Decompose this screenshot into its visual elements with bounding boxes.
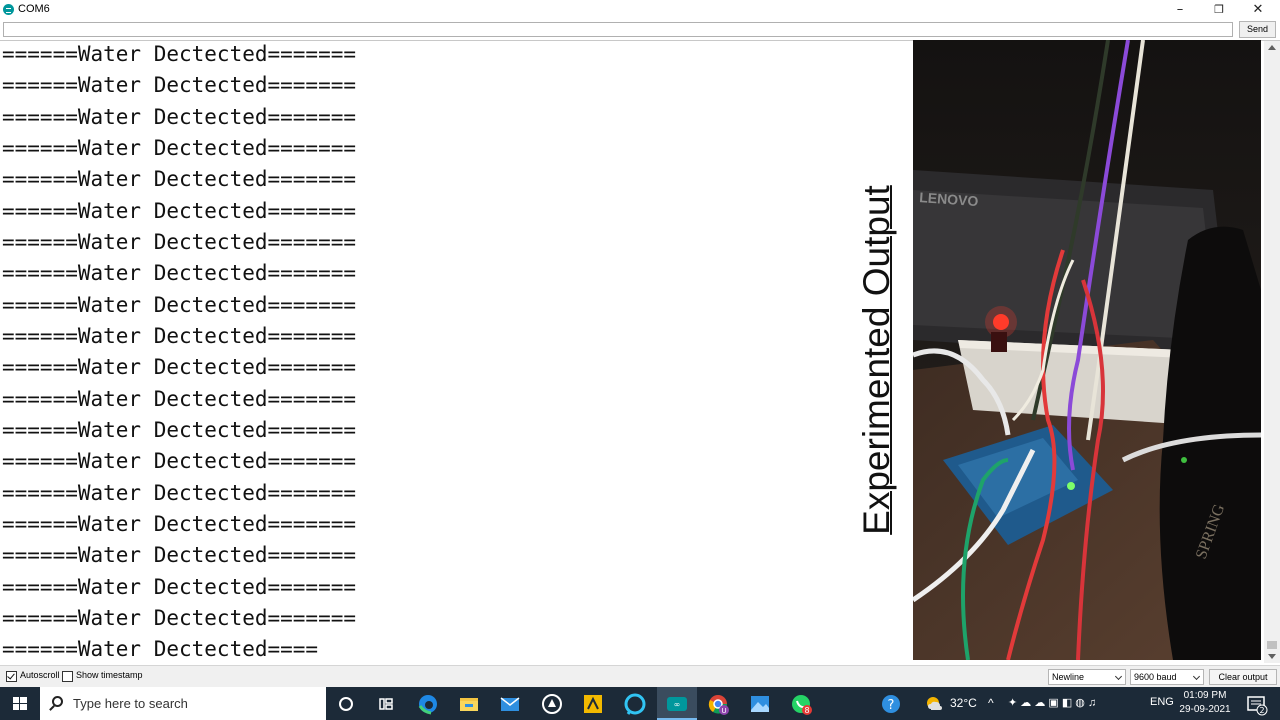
minimize-button[interactable]: – [1160, 0, 1200, 19]
scroll-up-icon[interactable] [1268, 45, 1276, 50]
output-line: ======Water Dectected======= [2, 387, 357, 411]
arduino-icon[interactable]: ∞ [665, 692, 689, 716]
svg-text:∞: ∞ [674, 700, 681, 709]
clock-date: 29-09-2021 [1179, 704, 1231, 715]
windows-taskbar: Type here to search ∞ U 8 ? 32°C ^ ✦ ☁ ☁… [0, 687, 1280, 720]
system-tray-icons[interactable]: ✦ ☁ ☁ ▣ ◧ ◍ ♫ [1008, 696, 1096, 709]
notification-icon[interactable]: 2 [1244, 692, 1268, 716]
clock-time: 01:09 PM [1183, 690, 1227, 701]
autoscroll-checkbox[interactable] [6, 671, 17, 682]
overlay-label-area: Experimented Output [855, 155, 900, 565]
experimented-output-label: Experimented Output [856, 185, 897, 535]
weather-icon[interactable] [922, 692, 946, 716]
file-explorer-icon[interactable] [457, 692, 481, 716]
baud-rate-value: 9600 baud [1134, 672, 1177, 682]
show-timestamp-checkbox[interactable] [62, 671, 73, 682]
task-view-icon[interactable] [374, 692, 398, 716]
start-button[interactable] [0, 687, 40, 720]
output-line: ======Water Dectected======= [2, 449, 357, 473]
svg-text:U: U [721, 707, 726, 715]
output-line: ======Water Dectected======= [2, 324, 357, 348]
clear-output-button[interactable]: Clear output [1209, 669, 1277, 685]
window-title: COM6 [18, 3, 50, 15]
language-indicator[interactable]: ENG [1150, 696, 1174, 708]
output-line: ======Water Dectected======= [2, 481, 357, 505]
title-bar: COM6 – ❐ ✕ [0, 0, 1280, 19]
baud-rate-select[interactable]: 9600 baud [1130, 669, 1204, 685]
maximize-button[interactable]: ❐ [1199, 0, 1239, 19]
search-icon [52, 696, 63, 707]
output-line: ======Water Dectected======= [2, 167, 357, 191]
clock[interactable]: 01:09 PM 29-09-2021 [1172, 689, 1238, 717]
edge-icon[interactable] [416, 692, 440, 716]
output-line: ======Water Dectected======= [2, 199, 357, 223]
scroll-down-icon[interactable] [1268, 654, 1276, 659]
svg-text:2: 2 [1259, 706, 1264, 715]
close-button[interactable]: ✕ [1238, 0, 1278, 19]
output-line: ======Water Dectected======= [2, 606, 357, 630]
arduino-app-icon [3, 4, 14, 15]
output-line: ======Water Dectected======= [2, 261, 357, 285]
output-line: ======Water Dectected======= [2, 73, 357, 97]
output-line: ======Water Dectected======= [2, 136, 357, 160]
output-line: ======Water Dectected======= [2, 418, 357, 442]
help-icon[interactable]: ? [879, 692, 903, 716]
chevron-down-icon [1114, 672, 1123, 681]
send-button[interactable]: Send [1239, 21, 1276, 38]
hardware-photo-drawing: LENOVO SPRING [913, 40, 1261, 660]
photos-icon[interactable] [748, 692, 772, 716]
show-timestamp-label: Show timestamp [76, 670, 143, 680]
hardware-setup-photo: LENOVO SPRING [913, 40, 1261, 660]
output-line: ======Water Dectected======= [2, 543, 357, 567]
mail-icon[interactable] [498, 692, 522, 716]
output-line: ======Water Dectected======= [2, 355, 357, 379]
output-line: ======Water Dectected======= [2, 575, 357, 599]
chevron-down-icon [1192, 672, 1201, 681]
whatsapp-icon[interactable]: 8 [789, 692, 813, 716]
scroll-thumb[interactable] [1267, 641, 1277, 649]
taskbar-search-box[interactable]: Type here to search [40, 687, 326, 720]
output-line: ======Water Dectected==== [2, 637, 319, 661]
vpn-icon[interactable] [540, 692, 564, 716]
search-placeholder: Type here to search [73, 696, 188, 711]
output-line: ======Water Dectected======= [2, 230, 357, 254]
cortana-icon[interactable] [334, 692, 358, 716]
chrome-icon[interactable]: U [706, 692, 730, 716]
weather-temperature[interactable]: 32°C [950, 696, 977, 710]
windows-logo-icon [13, 697, 27, 710]
svg-text:?: ? [888, 698, 895, 713]
vertical-scrollbar[interactable] [1264, 41, 1280, 663]
alexa-icon[interactable] [623, 692, 647, 716]
chevron-up-icon[interactable]: ^ [988, 696, 994, 710]
serial-options-bar: Autoscroll Show timestamp Newline 9600 b… [0, 665, 1280, 687]
serial-send-input[interactable] [3, 22, 1233, 37]
send-row: Send [0, 19, 1280, 41]
autoscroll-label: Autoscroll [20, 670, 60, 680]
output-line: ======Water Dectected======= [2, 512, 357, 536]
sticky-app-icon[interactable] [581, 692, 605, 716]
output-line: ======Water Dectected======= [2, 293, 357, 317]
output-line: ======Water Dectected======= [2, 42, 357, 66]
output-line: ======Water Dectected======= [2, 105, 357, 129]
checkmark-icon [7, 671, 15, 680]
svg-text:8: 8 [804, 706, 809, 715]
line-ending-select[interactable]: Newline [1048, 669, 1126, 685]
line-ending-value: Newline [1052, 672, 1085, 682]
